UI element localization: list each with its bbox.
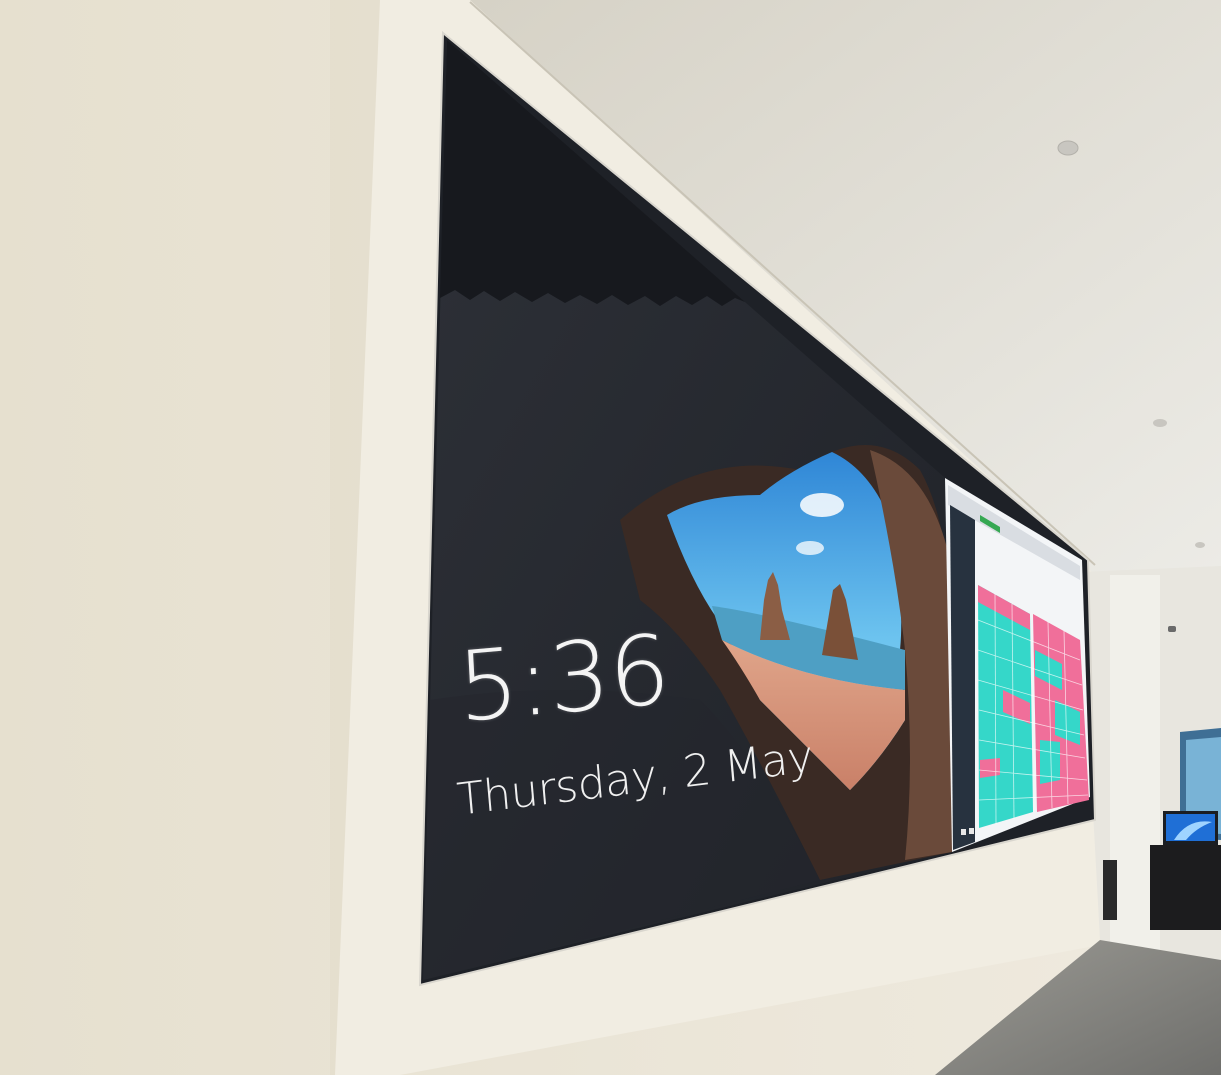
ceiling-light-icon: [1057, 140, 1079, 156]
cabinet: [1103, 860, 1117, 920]
power-icon: [969, 828, 974, 834]
ceiling-light-icon: [1195, 542, 1205, 548]
ceiling-light-icon: [1153, 419, 1167, 427]
cloud: [796, 541, 824, 555]
dashboard-pink-block: [980, 758, 1000, 778]
network-icon: [961, 829, 966, 835]
desk: [1150, 845, 1221, 930]
cloud: [800, 493, 844, 517]
camera-icon: [1168, 626, 1176, 632]
lock-screen-time: 5:36: [455, 613, 672, 744]
dashboard-row-labels: [950, 505, 975, 850]
room-scene: [0, 0, 1221, 1075]
